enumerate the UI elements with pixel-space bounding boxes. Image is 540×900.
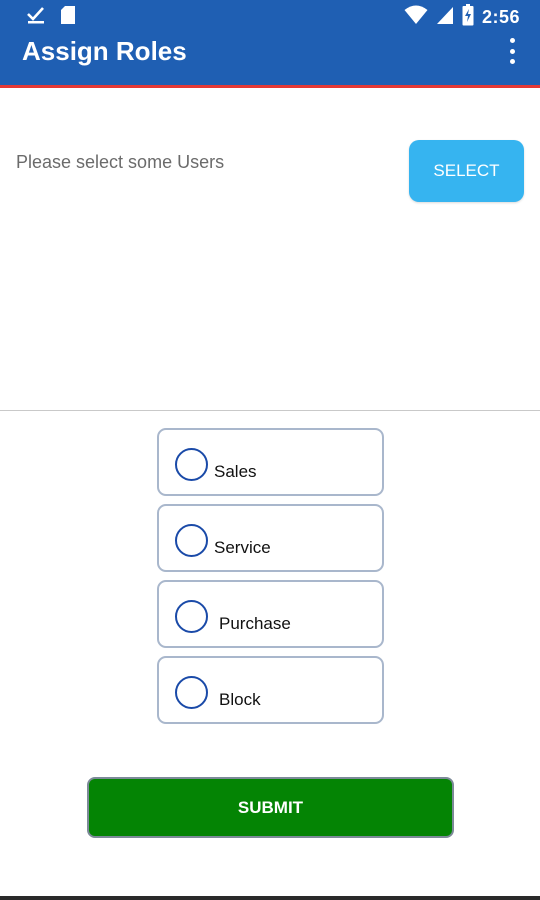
role-option-service[interactable]: Service	[157, 504, 384, 572]
radio-unchecked-icon[interactable]	[175, 448, 208, 481]
app-header: 2:56 Assign Roles	[0, 0, 540, 88]
role-option-sales[interactable]: Sales	[157, 428, 384, 496]
radio-unchecked-icon[interactable]	[175, 600, 208, 633]
role-option-purchase[interactable]: Purchase	[157, 580, 384, 648]
status-bar: 2:56	[0, 0, 540, 34]
sd-card-icon	[60, 5, 76, 30]
clock: 2:56	[481, 7, 520, 27]
cell-signal-icon	[436, 5, 454, 30]
role-list: Sales Service Purchase Block	[157, 428, 384, 732]
select-users-button[interactable]: SELECT	[409, 140, 524, 202]
role-label: Service	[214, 538, 271, 557]
role-option-block[interactable]: Block	[157, 656, 384, 724]
radio-unchecked-icon[interactable]	[175, 524, 208, 557]
wifi-icon	[404, 5, 428, 30]
role-label: Sales	[214, 462, 257, 481]
bottom-edge	[0, 896, 540, 900]
radio-unchecked-icon[interactable]	[175, 676, 208, 709]
role-label: Block	[219, 690, 261, 709]
battery-icon	[462, 4, 474, 31]
more-vert-icon[interactable]	[502, 38, 522, 64]
page-title: Assign Roles	[22, 36, 187, 66]
role-label: Purchase	[219, 614, 291, 633]
divider	[0, 410, 540, 411]
download-done-icon	[26, 5, 46, 30]
select-users-prompt: Please select some Users	[16, 152, 225, 172]
submit-button[interactable]: SUBMIT	[87, 777, 454, 838]
